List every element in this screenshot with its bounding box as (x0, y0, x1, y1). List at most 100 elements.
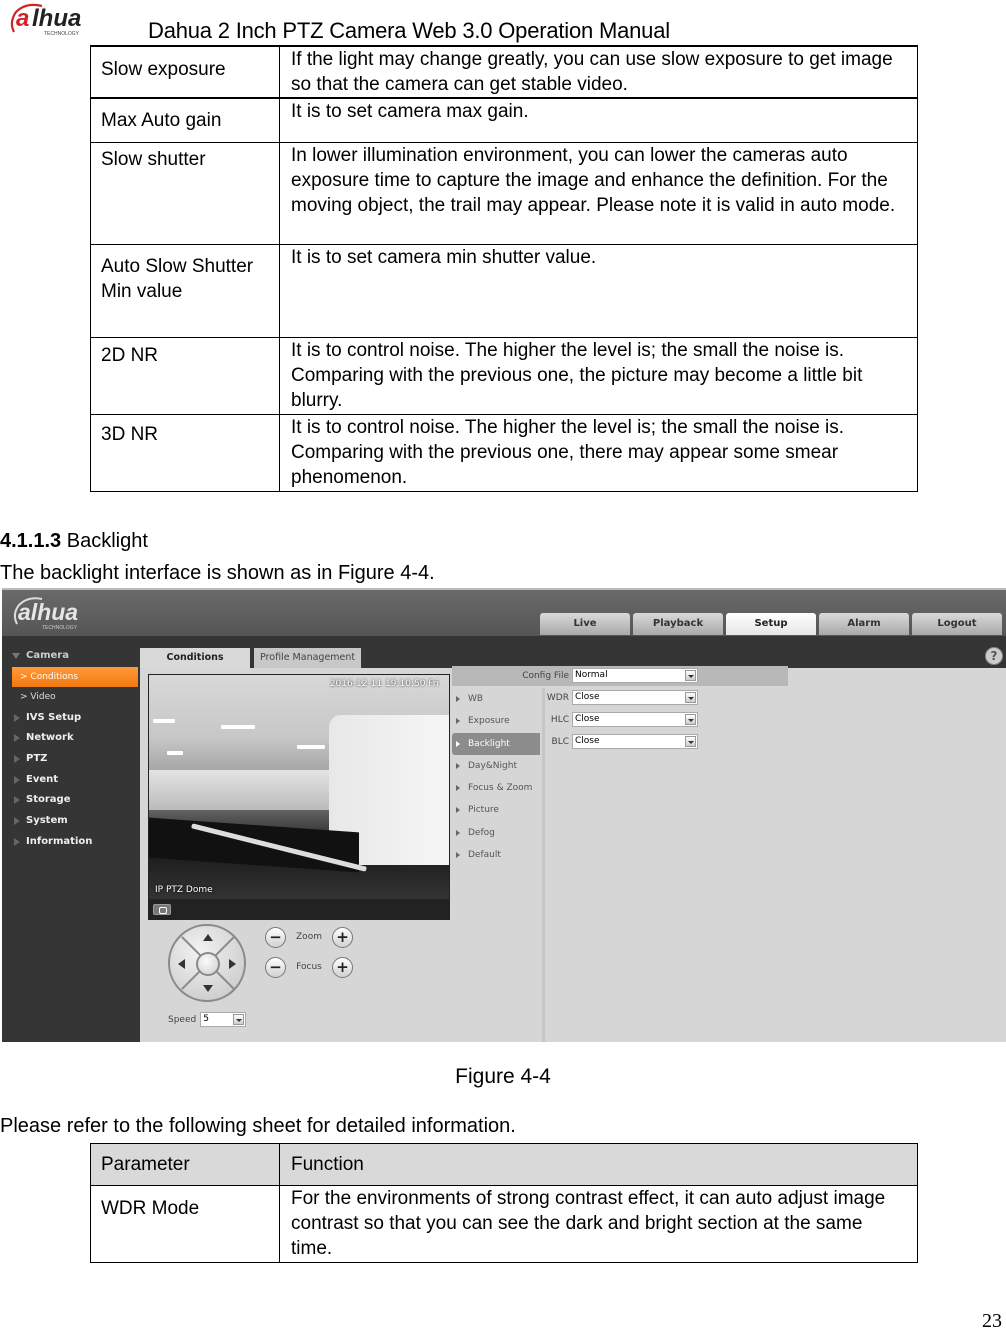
column-header: Function (279, 1143, 918, 1186)
tab-profile-management[interactable]: Profile Management (254, 648, 362, 668)
caret-right-icon (14, 734, 20, 743)
dahua-logo: a lhua TECHNOLOGY (10, 3, 81, 37)
sidebar-item-ivs-setup[interactable]: IVS Setup (8, 708, 140, 729)
nav-tab-logout[interactable]: Logout (912, 613, 1002, 635)
parameter-table-exposure: Slow exposure If the light may change gr… (90, 45, 918, 492)
decor (149, 817, 359, 873)
function-cell: It is to control noise. The higher the l… (279, 336, 918, 415)
menu-item-picture[interactable]: Picture (452, 799, 540, 821)
app-header: alhua TECHNOLOGY Live Playback Setup Ala… (2, 590, 1006, 636)
snapshot-camera-icon[interactable] (153, 904, 171, 915)
parameter-cell: Max Auto gain (90, 97, 280, 143)
refer-text: Please refer to the following sheet for … (0, 1115, 516, 1137)
hlc-select[interactable]: Close (572, 712, 698, 727)
parameter-cell: Auto Slow Shutter Min value (90, 243, 280, 338)
sidebar-subitem-video[interactable]: > Video (8, 687, 140, 708)
sidebar-subitem-conditions[interactable]: > Conditions (12, 666, 138, 688)
menu-item-day-night[interactable]: Day&Night (452, 755, 540, 777)
tab-conditions[interactable]: Conditions (140, 648, 250, 668)
function-cell: For the environments of strong contrast … (279, 1185, 918, 1263)
table-row: WDR Mode For the environments of strong … (90, 1185, 918, 1263)
caret-down-icon (12, 653, 20, 659)
sidebar-item-ptz[interactable]: PTZ (8, 749, 140, 770)
ptz-direction-pad (168, 924, 246, 1002)
blc-label: BLC (551, 736, 569, 747)
menu-item-focus-zoom[interactable]: Focus & Zoom (452, 777, 540, 799)
nav-tab-playback[interactable]: Playback (633, 613, 723, 635)
blc-select[interactable]: Close (572, 734, 698, 749)
caret-right-icon (14, 817, 20, 826)
parameter-cell: 3D NR (90, 413, 280, 492)
caret-right-icon (456, 740, 460, 747)
main-nav: Live Playback Setup Alarm Logout (540, 613, 1002, 635)
sidebar-item-information[interactable]: Information (8, 832, 140, 853)
function-cell: In lower illumination environment, you c… (279, 141, 918, 245)
nav-tab-alarm[interactable]: Alarm (819, 613, 909, 635)
conditions-panel: 2016-12-11 19:10:50 Fri IP PTZ Dome − Zo… (140, 666, 1006, 1042)
ptz-right-arrow-icon[interactable] (229, 959, 236, 969)
caret-right-icon (456, 696, 460, 702)
ptz-up-arrow-icon[interactable] (203, 934, 213, 941)
ptz-down-arrow-icon[interactable] (203, 985, 213, 992)
speed-label: Speed (168, 1014, 197, 1025)
video-channel-label: IP PTZ Dome (155, 885, 213, 895)
menu-item-defog[interactable]: Defog (452, 822, 540, 844)
ptz-left-arrow-icon[interactable] (178, 959, 185, 969)
decor (149, 770, 334, 810)
parameter-cell: Slow shutter (90, 141, 280, 245)
sidebar-item-network[interactable]: Network (8, 728, 140, 749)
menu-item-default[interactable]: Default (452, 844, 540, 866)
table-header-row: Parameter Function (90, 1143, 918, 1186)
table-row: Slow shutter In lower illumination envir… (90, 141, 918, 245)
blc-row: BLC Close (512, 734, 698, 749)
nav-tab-setup[interactable]: Setup (726, 613, 816, 635)
caret-right-icon (14, 837, 20, 846)
app-logo: alhua TECHNOLOGY (13, 597, 78, 631)
focus-control: − Focus + (265, 956, 353, 978)
figure-caption: Figure 4-4 (455, 1065, 551, 1088)
caret-right-icon (14, 796, 20, 805)
caret-right-icon (456, 852, 460, 859)
chevron-down-icon[interactable] (233, 1014, 245, 1025)
decor (297, 745, 325, 749)
document-title: Dahua 2 Inch PTZ Camera Web 3.0 Operatio… (148, 18, 670, 43)
nav-tab-live[interactable]: Live (540, 613, 630, 635)
table-row: Slow exposure If the light may change gr… (90, 45, 918, 99)
focus-minus-button[interactable]: − (265, 956, 286, 978)
chevron-down-icon[interactable] (685, 736, 696, 747)
setup-content: Conditions Profile Management 2016-12-11… (140, 648, 1006, 1042)
section-number: 4.1.1.3 (0, 530, 62, 552)
sidebar-item-event[interactable]: Event (8, 770, 140, 791)
decor (221, 725, 255, 729)
sidebar-item-storage[interactable]: Storage (8, 790, 140, 811)
caret-right-icon (14, 775, 20, 784)
chevron-down-icon[interactable] (685, 670, 696, 681)
speed-select[interactable]: 5 (200, 1012, 247, 1027)
sidebar-item-camera[interactable]: Camera (8, 646, 140, 667)
speed-control: Speed 5 (168, 1012, 247, 1027)
svg-text:lhua: lhua (32, 5, 81, 32)
caret-right-icon (14, 755, 20, 764)
wdr-select[interactable]: Close (572, 690, 698, 705)
focus-plus-button[interactable]: + (332, 956, 353, 978)
config-file-select[interactable]: Normal (572, 668, 698, 683)
zoom-out-button[interactable]: − (265, 926, 286, 948)
caret-right-icon (456, 718, 460, 725)
parameter-cell: 2D NR (90, 336, 280, 415)
config-file-row: Config File Normal (512, 668, 698, 683)
config-file-label: Config File (522, 670, 569, 681)
hlc-label: HLC (550, 714, 569, 725)
zoom-in-button[interactable]: + (332, 926, 353, 948)
caret-right-icon (14, 713, 20, 722)
function-cell: If the light may change greatly, you can… (279, 45, 918, 99)
function-cell: It is to control noise. The higher the l… (279, 413, 918, 492)
ptz-center-button[interactable] (196, 952, 220, 976)
svg-text:TECHNOLOGY: TECHNOLOGY (44, 31, 80, 37)
svg-text:TECHNOLOGY: TECHNOLOGY (42, 625, 78, 631)
function-cell: It is to set camera max gain. (279, 97, 918, 143)
table-row: Max Auto gain It is to set camera max ga… (90, 97, 918, 143)
chevron-down-icon[interactable] (685, 692, 696, 703)
chevron-down-icon[interactable] (685, 714, 696, 725)
sidebar-item-system[interactable]: System (8, 811, 140, 832)
caret-right-icon (456, 829, 460, 836)
